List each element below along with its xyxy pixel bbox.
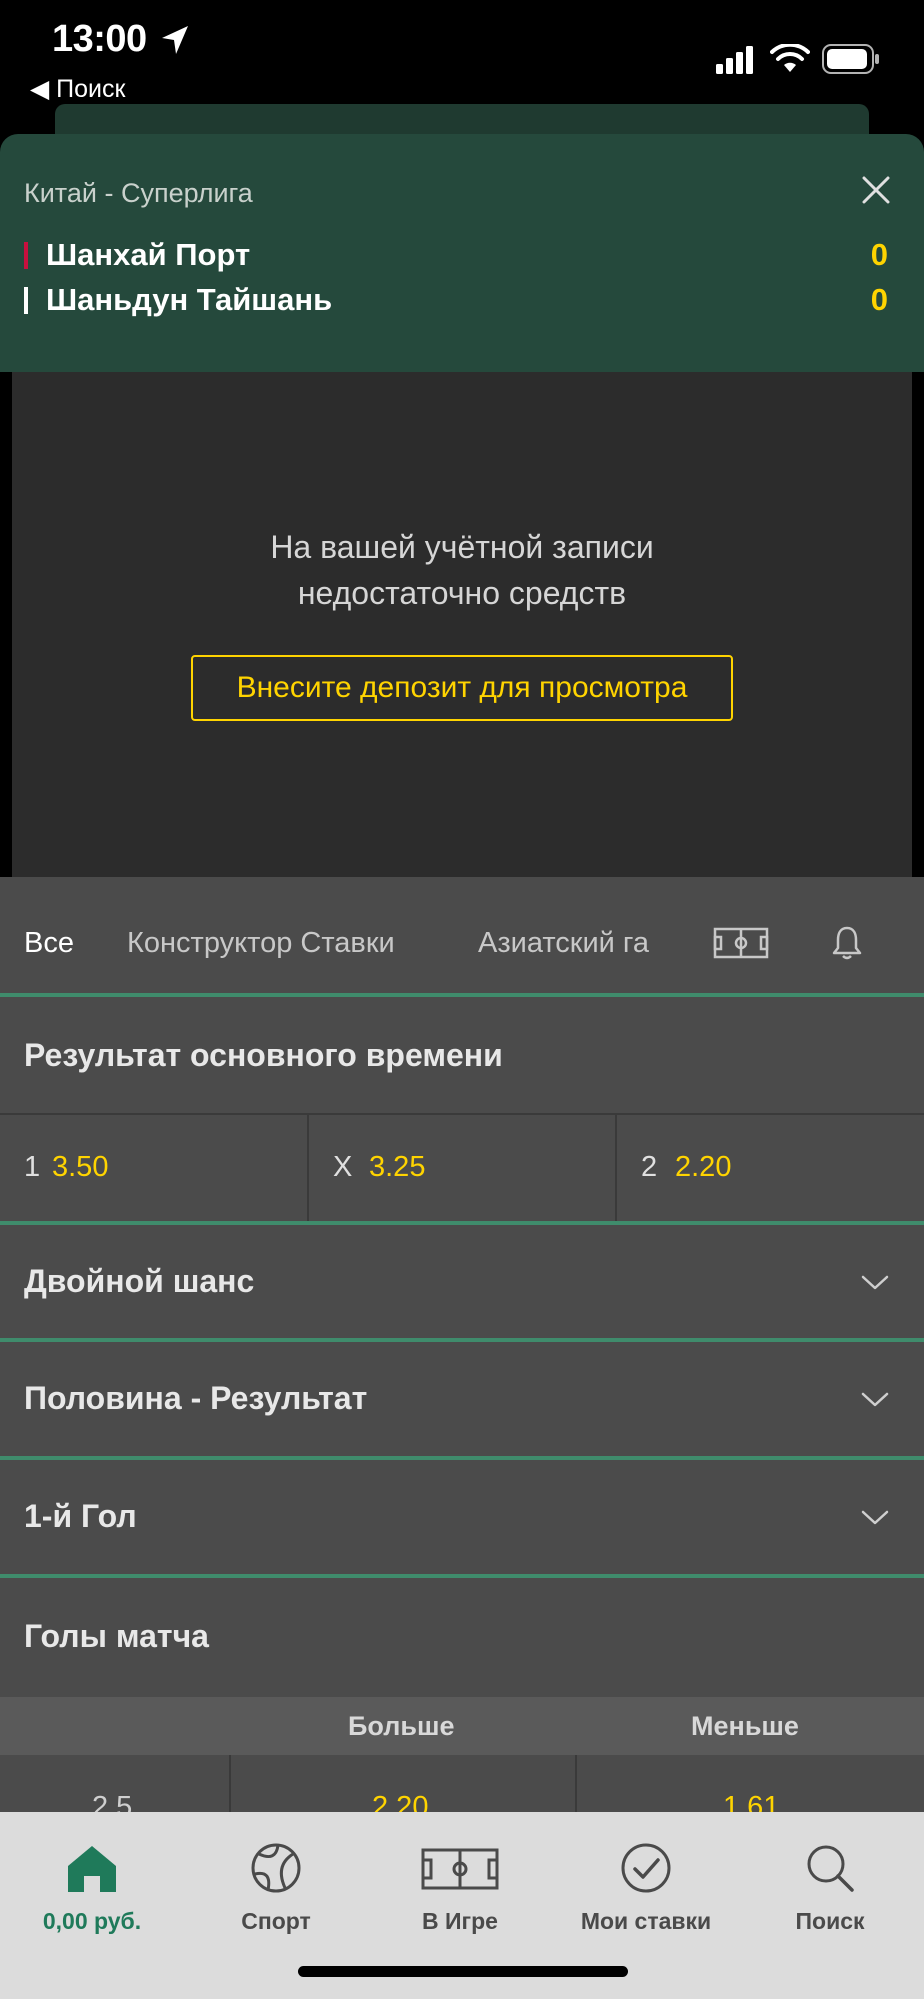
outcome-label: X (333, 1151, 353, 1183)
nav-label: Поиск (795, 1908, 865, 1934)
goals-table-header: Больше Меньше (0, 1697, 924, 1755)
column-under: Меньше (691, 1711, 799, 1741)
under-odd: 1.61 (723, 1791, 780, 1812)
outcome-label: 2 (641, 1151, 658, 1183)
nav-my-bets[interactable]: Мои ставки (554, 1826, 738, 1936)
nav-label: Спорт (241, 1908, 311, 1934)
under-odd-cell[interactable]: 1.61 (577, 1755, 924, 1812)
outcome-away[interactable]: 2 2.20 (617, 1115, 924, 1221)
goal-line-cell: 2.5 (0, 1755, 229, 1812)
battery-icon (822, 44, 879, 74)
market-match-goals: Голы матча (0, 1578, 924, 1697)
message-line-1: На вашей учётной записи (270, 529, 654, 565)
over-odd: 2.20 (372, 1791, 429, 1812)
wifi-icon (770, 44, 810, 72)
market-main-result: Результат основного времени (0, 997, 924, 1113)
match-header: Китай - Суперлига Шанхай Порт 0 Шаньдун … (0, 134, 924, 372)
away-team-color-bar (24, 287, 28, 314)
nav-label: В Игре (422, 1908, 498, 1934)
market-half-result[interactable]: Половина - Результат (0, 1342, 924, 1456)
pitch-icon[interactable] (713, 927, 769, 959)
soccer-ball-icon (251, 1843, 301, 1893)
checkmark-circle-icon (621, 1843, 671, 1893)
outcome-odd: 2.20 (675, 1151, 732, 1183)
outcome-home[interactable]: 1 3.50 (0, 1115, 307, 1221)
away-team: Шаньдун Тайшань (24, 282, 332, 318)
market-title: 1-й Гол (24, 1498, 137, 1534)
market-title: Голы матча (24, 1618, 209, 1654)
league-name: Китай - Суперлига (24, 178, 253, 208)
market-title: Результат основного времени (24, 1037, 503, 1073)
market-first-goal[interactable]: 1-й Гол (0, 1460, 924, 1574)
over-odd-cell[interactable]: 2.20 (231, 1755, 575, 1812)
nav-live[interactable]: В Игре (368, 1826, 552, 1936)
message-line-2: недостаточно средств (297, 575, 627, 611)
nav-search[interactable]: Поиск (738, 1826, 922, 1936)
live-stream-panel: На вашей учётной записи недостаточно сре… (12, 372, 912, 877)
chevron-down-icon (861, 1510, 889, 1525)
odds-row: 1 3.50 X 3.25 2 2.20 (0, 1115, 924, 1221)
outcome-draw[interactable]: X 3.25 (309, 1115, 615, 1221)
goal-line: 2.5 (92, 1791, 133, 1812)
market-title: Двойной шанс (24, 1263, 255, 1299)
market-title: Половина - Результат (24, 1380, 368, 1416)
home-team-color-bar (24, 242, 28, 269)
nav-home[interactable]: 0,00 руб. (0, 1826, 184, 1936)
home-team-name: Шанхай Порт (46, 237, 251, 272)
market-tabs: Все Конструктор Ставки Азиатский га (0, 877, 924, 997)
nav-label: 0,00 руб. (42, 1908, 142, 1934)
outcome-odd: 3.25 (369, 1151, 426, 1183)
location-arrow-icon (162, 26, 188, 54)
bell-icon[interactable] (832, 925, 862, 961)
chevron-down-icon (861, 1392, 889, 1407)
deposit-button[interactable]: Внесите депозит для просмотра (191, 655, 733, 721)
outcome-odd: 3.50 (52, 1151, 109, 1183)
status-bar: 13:00 ◀ Поиск (0, 0, 924, 110)
tab-all[interactable]: Все (24, 927, 74, 960)
home-team: Шанхай Порт (24, 237, 250, 273)
close-icon[interactable] (858, 172, 894, 208)
status-time: 13:00 (52, 18, 147, 60)
nav-sport[interactable]: Спорт (184, 1826, 368, 1936)
column-over: Больше (348, 1711, 455, 1741)
pitch-icon (421, 1848, 499, 1890)
search-icon (807, 1845, 854, 1892)
home-icon (68, 1846, 116, 1892)
table-row: 2.5 2.20 1.61 (0, 1755, 924, 1812)
away-score: 0 (870, 282, 888, 317)
home-indicator (298, 1966, 628, 1977)
back-to-search-link[interactable]: ◀ Поиск (30, 74, 125, 104)
tab-bet-builder[interactable]: Конструктор Ставки (127, 927, 395, 960)
insufficient-funds-message: На вашей учётной записи недостаточно сре… (12, 524, 912, 616)
chevron-down-icon (861, 1275, 889, 1290)
cellular-signal-icon (716, 46, 753, 74)
away-team-name: Шаньдун Тайшань (46, 282, 333, 317)
market-double-chance[interactable]: Двойной шанс (0, 1225, 924, 1338)
nav-label: Мои ставки (580, 1908, 712, 1934)
tab-asian-handicap[interactable]: Азиатский га (478, 927, 666, 960)
home-score: 0 (870, 237, 888, 272)
outcome-label: 1 (24, 1151, 41, 1183)
